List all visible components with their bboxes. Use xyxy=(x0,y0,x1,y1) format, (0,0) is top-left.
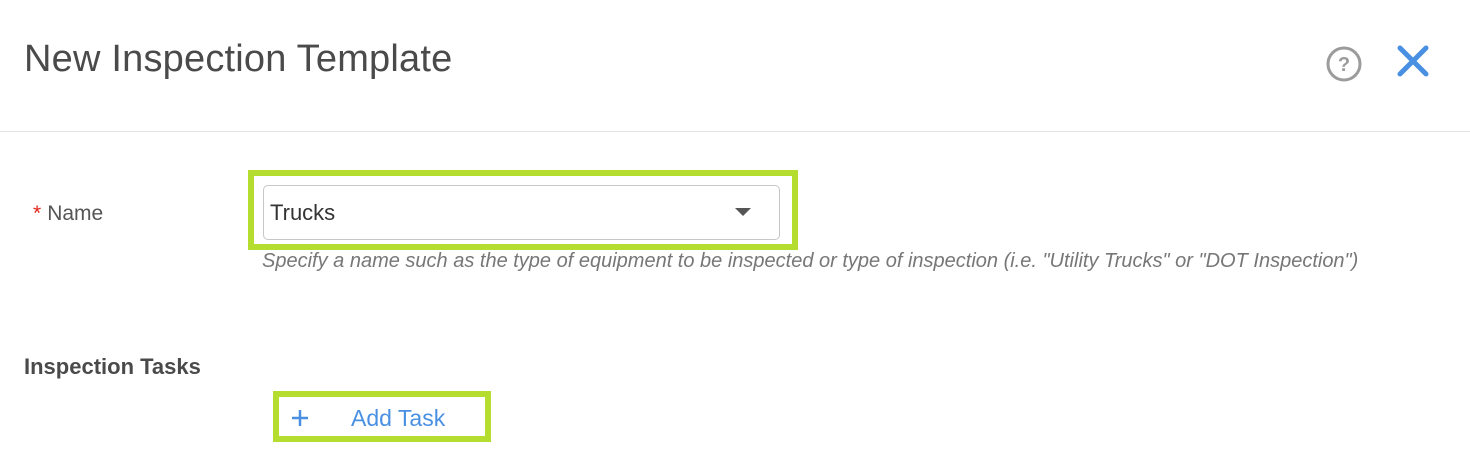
add-task-label: Add Task xyxy=(351,404,446,431)
required-marker: * xyxy=(33,202,42,225)
add-task-button[interactable]: Add Task xyxy=(290,402,445,434)
name-label: * Name xyxy=(33,202,103,226)
page-title: New Inspection Template xyxy=(24,38,453,80)
inspection-tasks-heading: Inspection Tasks xyxy=(24,354,201,379)
help-circle-icon: ? xyxy=(1326,46,1362,82)
plus-icon xyxy=(292,410,308,426)
close-icon xyxy=(1397,45,1429,77)
name-label-text: Name xyxy=(47,202,104,225)
name-select[interactable]: Trucks xyxy=(263,185,780,240)
chevron-down-icon xyxy=(735,208,751,216)
svg-text:?: ? xyxy=(1338,54,1350,76)
name-help-text: Specify a name such as the type of equip… xyxy=(262,250,1359,272)
close-button[interactable] xyxy=(1393,41,1433,81)
modal-header: New Inspection Template ? xyxy=(0,0,1470,132)
name-select-value: Trucks xyxy=(270,200,336,225)
help-button[interactable]: ? xyxy=(1325,45,1363,83)
